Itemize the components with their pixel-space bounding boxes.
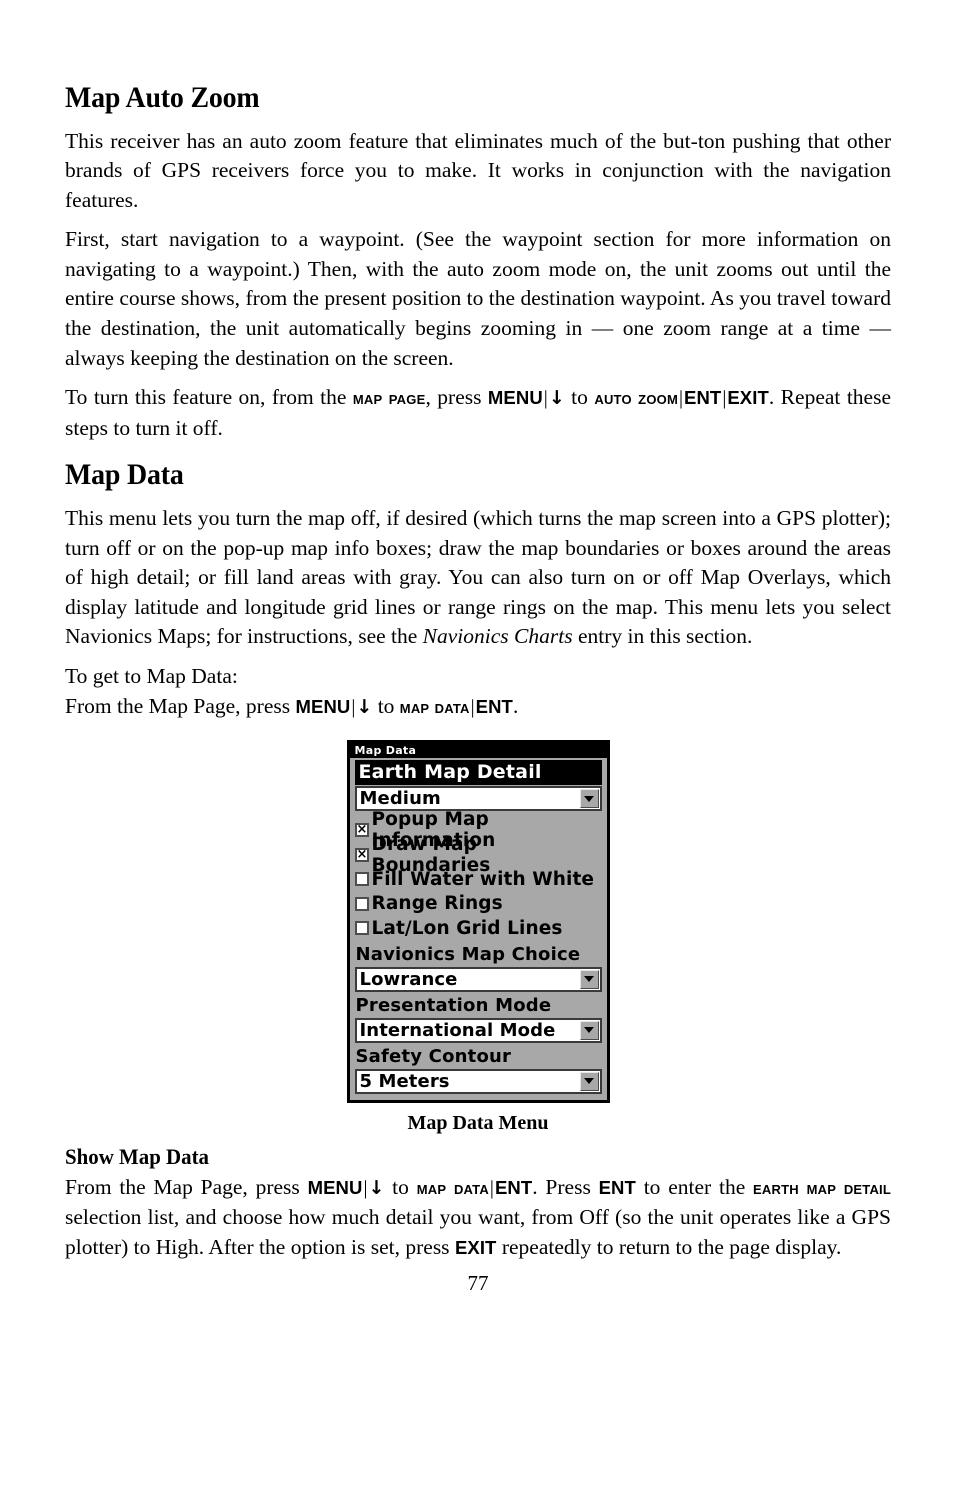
document-page: Map Auto Zoom This receiver has an auto …	[65, 0, 891, 1487]
down-arrow-icon: ↓	[368, 1176, 385, 1199]
checkbox-label: Fill Water with White	[371, 868, 595, 890]
paragraph-auto-zoom-detail: First, start navigation to a waypoint. (…	[65, 227, 891, 370]
window-title-bar: Map Data	[349, 743, 607, 759]
checkbox-mark: ×	[356, 846, 368, 862]
checkbox-fill-water-with-white[interactable]	[354, 872, 369, 887]
safety-contour-value: 5 Meters	[359, 1070, 450, 1092]
down-arrow-icon: ↓	[356, 695, 373, 718]
figure-caption: Map Data Menu	[407, 1111, 549, 1134]
chevron-down-icon[interactable]	[579, 1020, 599, 1040]
checkbox-range-rings[interactable]	[354, 896, 369, 911]
chevron-down-icon[interactable]	[579, 969, 599, 989]
instruction-mid-2: to	[564, 385, 595, 410]
checkbox-row-draw-map-boundaries[interactable]: × Draw Map Boundaries	[354, 834, 602, 876]
key-exit: EXIT	[454, 1236, 497, 1258]
chevron-down-icon[interactable]	[579, 789, 599, 809]
instruction-lead: To turn this feature on, from the	[65, 385, 353, 410]
safety-contour-dropdown[interactable]: 5 Meters	[354, 1068, 602, 1094]
key-map-page: Map Page	[352, 387, 426, 409]
label-presentation-mode: Presentation Mode	[355, 994, 552, 1016]
presentation-mode-value: International Mode	[359, 1019, 556, 1041]
keypath-tail: .	[512, 693, 519, 718]
key-ent-2: ENT	[598, 1176, 636, 1198]
checkbox-draw-map-boundaries[interactable]: ×	[354, 846, 369, 862]
paragraph-map-data-keypath: From the Map Page, press MENU|↓ to Map D…	[65, 692, 891, 723]
down-arrow-icon: ↓	[548, 387, 565, 410]
instruction-mid-1: , press	[425, 385, 488, 410]
checkbox-group: × Popup Map Information × Draw Map Bound…	[354, 809, 602, 941]
paragraph-show-map-data: From the Map Page, press MENU|↓ to Map D…	[65, 1173, 891, 1263]
navionics-map-choice-dropdown[interactable]: Lowrance	[354, 966, 602, 992]
key-ent: ENT	[475, 695, 513, 717]
key-menu: MENU	[487, 387, 543, 409]
checkbox-label: Range Rings	[371, 893, 503, 915]
key-map-data: Map Data	[399, 695, 470, 717]
paragraph-to-get-to-map-data: To get to Map Data:	[65, 663, 238, 688]
checkbox-label: Lat/Lon Grid Lines	[371, 917, 563, 939]
menu-item-earth-map-detail[interactable]: Earth Map Detail	[354, 760, 602, 786]
checkbox-mark: ×	[356, 822, 368, 838]
subheading-show-map-data: Show Map Data	[65, 1143, 209, 1169]
checkbox-popup-map-information[interactable]: ×	[354, 822, 369, 838]
map-data-text-part-2: entry in this section.	[572, 624, 753, 649]
reference-navionics-charts: Navionics Charts	[422, 624, 573, 649]
paragraph-map-data-intro: This menu lets you turn the map off, if …	[65, 504, 891, 652]
key-map-data: Map Data	[416, 1176, 489, 1198]
window-body: Earth Map Detail Medium × Popup Map Info…	[350, 758, 607, 1100]
navionics-map-choice-value: Lowrance	[359, 968, 458, 990]
keypath-lead: From the Map Page, press	[65, 693, 296, 718]
presentation-mode-dropdown[interactable]: International Mode	[354, 1017, 602, 1043]
checkbox-row-range-rings[interactable]: Range Rings	[354, 892, 602, 917]
page-number: 77	[467, 1270, 489, 1295]
paragraph-auto-zoom-instruction: To turn this feature on, from the Map Pa…	[65, 383, 891, 443]
map-data-menu-window: Map Data Earth Map Detail Medium × Popup…	[346, 740, 610, 1103]
earth-map-detail-value: Medium	[359, 788, 441, 810]
key-auto-zoom: Auto Zoom	[594, 387, 678, 409]
page-title-map-data: Map Data	[65, 458, 184, 492]
page-title-map-auto-zoom: Map Auto Zoom	[65, 81, 260, 114]
key-earth-map-detail: Earth Map Detail	[753, 1176, 891, 1198]
key-menu: MENU	[295, 695, 351, 717]
show-tail: repeatedly to return to the page display…	[496, 1234, 842, 1259]
earth-map-detail-dropdown[interactable]: Medium	[354, 786, 602, 812]
key-ent: ENT	[494, 1176, 533, 1198]
device-screenshot-figure: Map Data Earth Map Detail Medium × Popup…	[65, 740, 891, 1103]
keypath-mid: to	[372, 693, 400, 718]
checkbox-lat-lon-grid-lines[interactable]	[354, 921, 369, 936]
checkbox-row-fill-water-with-white[interactable]: Fill Water with White	[354, 867, 602, 892]
show-mid-2: . Press	[532, 1174, 599, 1199]
paragraph-auto-zoom-intro: This receiver has an auto zoom feature t…	[65, 128, 891, 212]
label-safety-contour: Safety Contour	[355, 1045, 512, 1067]
chevron-down-icon[interactable]	[579, 1071, 599, 1091]
key-ent: ENT	[684, 387, 722, 409]
show-mid-3: to enter the	[635, 1174, 754, 1199]
checkbox-row-lat-lon-grid-lines[interactable]: Lat/Lon Grid Lines	[354, 916, 602, 941]
key-exit: EXIT	[727, 387, 769, 409]
show-lead: From the Map Page, press	[65, 1174, 308, 1199]
show-mid-1: to	[384, 1174, 417, 1199]
key-menu: MENU	[307, 1176, 363, 1198]
label-navionics-map-choice: Navionics Map Choice	[355, 943, 581, 965]
